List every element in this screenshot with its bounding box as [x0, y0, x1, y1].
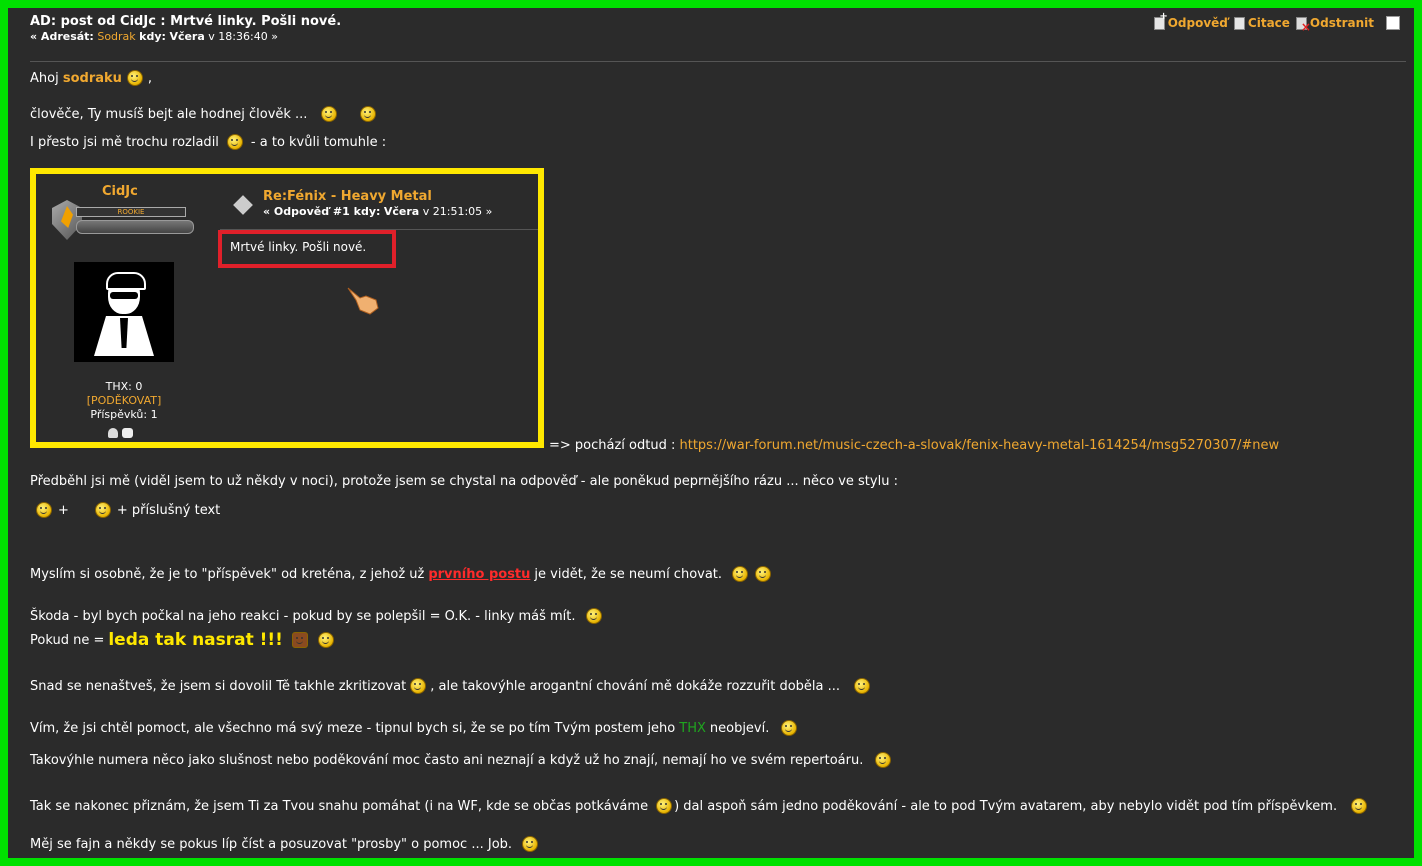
- cheer-smiley-icon: [781, 720, 798, 736]
- avatar-hair: [106, 272, 146, 290]
- text-line: Škoda - byl bych počkal na jeho reakci -…: [30, 608, 607, 624]
- angry-smiley-icon: [36, 502, 52, 518]
- user-icons: [108, 428, 133, 438]
- quoted-subject[interactable]: Re:Fénix - Heavy Metal: [263, 189, 432, 204]
- text-line: Předběhl jsi mě (viděl jsem to už někdy …: [30, 474, 898, 489]
- rank-bar: [76, 220, 194, 234]
- reply-button[interactable]: Odpověď: [1153, 11, 1228, 30]
- text-line: Snad se nenaštveš, že jsem si dovolil Tě…: [30, 678, 875, 694]
- quoted-body: Mrtvé linky. Pošli nové.: [230, 240, 367, 254]
- greeting-line: Ahoj sodraku,: [30, 70, 153, 86]
- recipient-link[interactable]: Sodrak: [97, 30, 135, 43]
- first-post-link[interactable]: prvního postu: [428, 567, 530, 582]
- user-stats: THX: 0 [PODĚKOVAT] Příspěvků: 1: [36, 380, 212, 422]
- message-panel: AD: post od CidJc : Mrtvé linky. Pošli n…: [8, 8, 1414, 858]
- text-line: Vím, že jsi chtěl pomoct, ale všechno má…: [30, 720, 802, 736]
- text-line: člověče, Ty musíš bejt ale hodnej člověk…: [30, 106, 381, 122]
- delete-button[interactable]: Odstranit: [1295, 16, 1374, 34]
- rank-label: ROOKIE: [76, 207, 186, 217]
- text-line: Myslím si osobně, že je to "příspěvek" o…: [30, 566, 776, 582]
- text-line: + + příslušný text: [30, 502, 220, 518]
- waving-smiley-icon: [360, 106, 377, 122]
- delete-icon: [1295, 16, 1311, 34]
- text-line: Pokud ne = leda tak nasrat !!!: [30, 630, 339, 650]
- smiley-icon: [522, 836, 539, 852]
- avatar-glasses: [110, 292, 138, 299]
- shocked-smiley-icon: [854, 678, 871, 694]
- thinking-smiley-icon: [226, 134, 243, 150]
- profile-icon[interactable]: [108, 428, 118, 438]
- smiley-icon: [126, 70, 143, 86]
- rank-badge-icon: [52, 200, 82, 240]
- devil-smiley-icon: [732, 566, 749, 582]
- message-actions: Odpověď Citace Odstranit: [1153, 11, 1400, 34]
- smiley-icon: [321, 106, 338, 122]
- avatar: [74, 262, 174, 362]
- waving-smiley-icon: [1351, 798, 1368, 814]
- tongue-smiley-icon: [755, 566, 772, 582]
- reply-icon: [1153, 11, 1168, 30]
- grin-smiley-icon: [94, 502, 111, 518]
- message-icon[interactable]: [122, 428, 133, 438]
- wink-smiley-icon: [656, 798, 673, 814]
- quoted-post-screenshot: CidJc ROOKIE THX: 0 [PODĚKOVAT] Příspěvk…: [30, 168, 544, 448]
- quoted-meta: « Odpověď #1 kdy: Včera v 21:51:05 »: [263, 205, 493, 218]
- quote-button[interactable]: Citace: [1233, 16, 1290, 30]
- thank-link[interactable]: [PODĚKOVAT]: [36, 394, 212, 408]
- text-line: Měj se fajn a někdy se pokus líp číst a …: [30, 836, 543, 852]
- message-meta: « Adresát: Sodrak kdy: Včera v 18:36:40 …: [30, 30, 278, 43]
- message-title: AD: post od CidJc : Mrtvé linky. Pošli n…: [30, 14, 342, 29]
- pointing-hand-icon: [347, 287, 379, 315]
- poop-icon: [291, 632, 308, 648]
- source-line: => pochází odtud : https://war-forum.net…: [549, 438, 1280, 453]
- quoted-username[interactable]: CidJc: [102, 184, 138, 199]
- select-checkbox[interactable]: [1386, 16, 1400, 30]
- text-line: Tak se nakonec přiznám, že jsem Ti za Tv…: [30, 798, 1372, 814]
- smiley-icon: [585, 608, 602, 624]
- quote-icon: [1233, 16, 1245, 30]
- laughing-smiley-icon: [410, 678, 427, 694]
- smirk-smiley-icon: [317, 632, 334, 648]
- thx-text: THX: [679, 720, 706, 736]
- pointing-smiley-icon: [875, 752, 892, 768]
- emphasis-text: leda tak nasrat !!!: [108, 630, 283, 650]
- greeting-name: sodraku: [62, 70, 122, 86]
- text-line: Takovýhle numera něco jako slušnost nebo…: [30, 752, 896, 768]
- source-link[interactable]: https://war-forum.net/music-czech-a-slov…: [680, 438, 1280, 453]
- post-icon: [233, 195, 253, 215]
- text-line: I přesto jsi mě trochu rozladil - a to kv…: [30, 134, 387, 150]
- divider: [30, 61, 1406, 62]
